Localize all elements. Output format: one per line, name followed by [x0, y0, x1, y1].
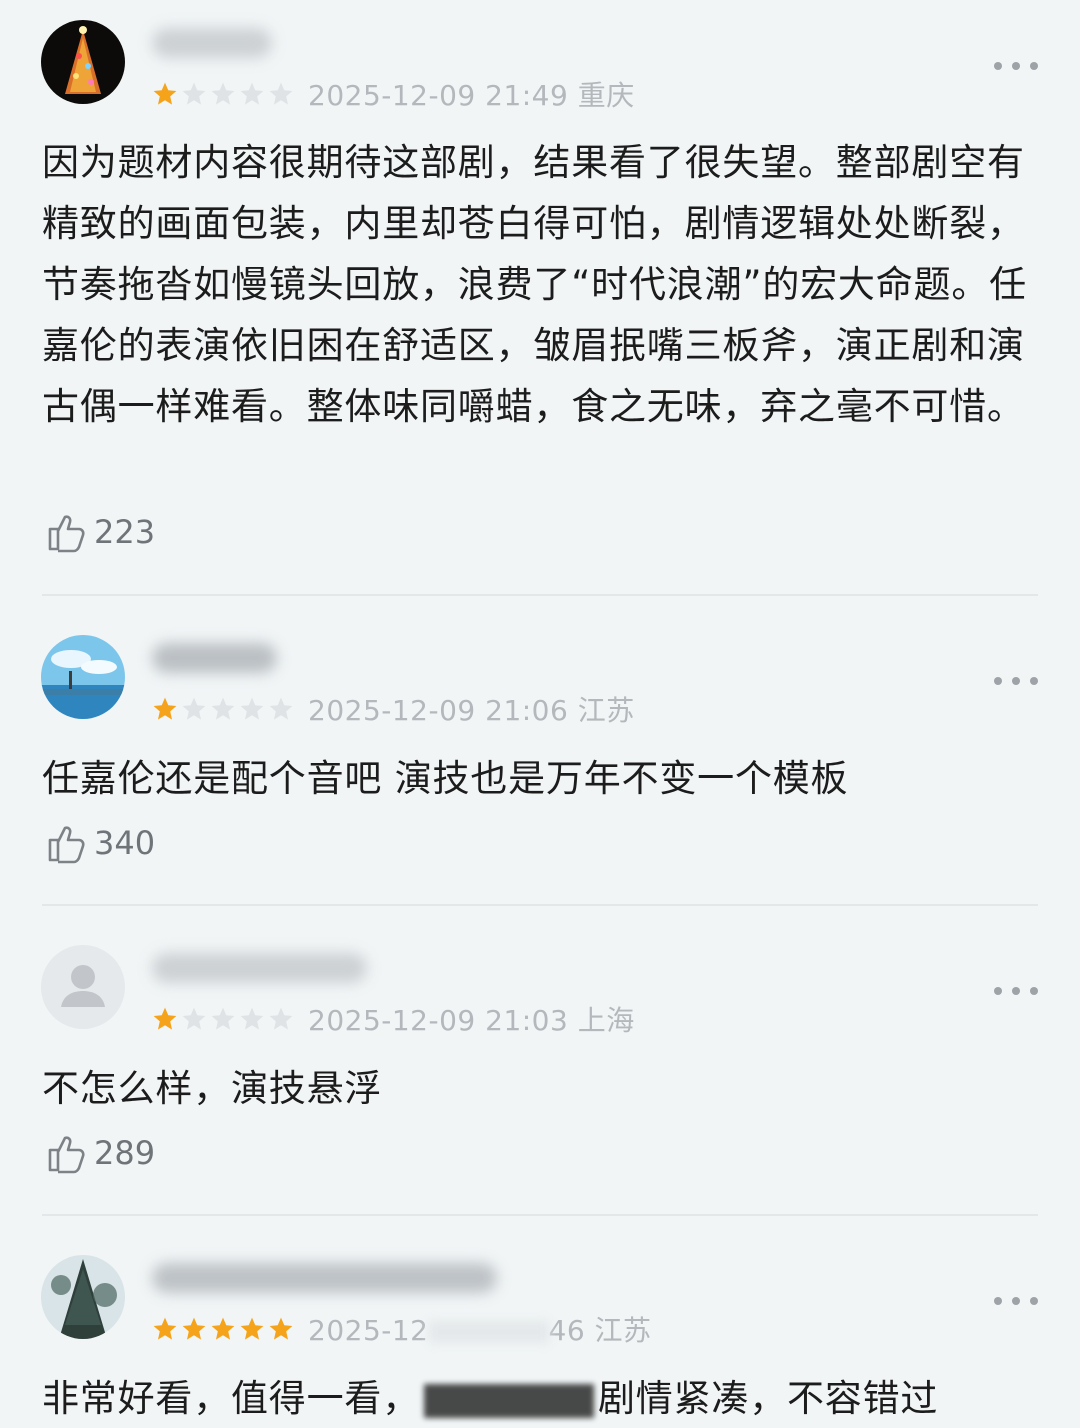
star-empty-icon [269, 1007, 293, 1030]
christmas-tree-avatar-icon [41, 20, 125, 104]
star-filled-icon [153, 1317, 177, 1340]
star-filled-icon [240, 1317, 264, 1340]
more-options-icon[interactable] [994, 1291, 1038, 1311]
like-button[interactable]: 223 [46, 510, 155, 554]
username-blurred [152, 643, 277, 673]
like-count: 289 [94, 1134, 156, 1172]
star-empty-icon [211, 1007, 235, 1030]
star-empty-icon [211, 697, 235, 720]
star-empty-icon [182, 82, 206, 105]
star-rating [152, 1006, 294, 1032]
user-avatar[interactable] [41, 1255, 125, 1339]
more-options-icon[interactable] [994, 981, 1038, 1001]
more-options-icon[interactable] [994, 56, 1038, 76]
star-filled-icon [153, 1007, 177, 1030]
review-meta: 2025-12-09 21:06 江苏 [152, 691, 635, 727]
review-item: 2025-12-09 21:03 上海 不怎么样，演技悬浮 289 [0, 945, 1080, 1215]
divider [42, 594, 1038, 596]
star-filled-icon [211, 1317, 235, 1340]
review-list: 2025-12-09 21:49 重庆 因为题材内容很期待这部剧，结果看了很失望… [0, 0, 1080, 1428]
review-item: 2025-12-09 21:06 江苏 任嘉伦还是配个音吧 演技也是万年不变一个… [0, 635, 1080, 905]
review-meta: 2025-12-09 21:49 重庆 [152, 76, 635, 112]
star-filled-icon [153, 82, 177, 105]
review-datetime: 2025-12-09 21:06 江苏 [308, 694, 635, 727]
thumbs-up-icon [48, 1136, 85, 1174]
review-item: 2025-12 46 江苏 非常好看，值得一看， 剧情紧凑，不容错过 [0, 1255, 1080, 1428]
star-empty-icon [182, 1007, 206, 1030]
star-filled-icon [182, 1317, 206, 1340]
default-user-avatar-icon [41, 945, 125, 1029]
star-filled-icon [269, 1317, 293, 1340]
more-options-icon[interactable] [994, 671, 1038, 691]
review-item: 2025-12-09 21:49 重庆 因为题材内容很期待这部剧，结果看了很失望… [0, 20, 1080, 600]
review-datetime: 2025-12-09 21:03 上海 [308, 1004, 635, 1037]
review-text: 任嘉伦还是配个音吧 演技也是万年不变一个模板 [42, 757, 849, 800]
star-empty-icon [182, 697, 206, 720]
user-avatar[interactable] [41, 635, 125, 719]
review-text: 因为题材内容很期待这部剧，结果看了很失望。整部剧空有精致的画面包装，内里却苍白得… [42, 141, 1027, 428]
divider [42, 1214, 1038, 1216]
username-blurred [152, 28, 272, 58]
star-empty-icon [240, 697, 264, 720]
like-button[interactable]: 340 [46, 821, 155, 865]
review-text: 非常好看，值得一看， 剧情紧凑，不容错过 [42, 1377, 939, 1420]
star-empty-icon [240, 82, 264, 105]
star-empty-icon [240, 1007, 264, 1030]
review-meta: 2025-12 46 江苏 [152, 1311, 652, 1347]
pine-tree-avatar-icon [41, 1255, 125, 1339]
username-blurred [152, 953, 367, 983]
divider [42, 904, 1038, 906]
username-blurred [152, 1263, 497, 1293]
review-datetime: 2025-12-09 21:49 重庆 [308, 79, 635, 112]
star-empty-icon [211, 82, 235, 105]
star-empty-icon [269, 82, 293, 105]
star-rating [152, 81, 294, 107]
like-count: 223 [94, 513, 156, 551]
thumbs-up-icon [48, 515, 85, 553]
review-text: 不怎么样，演技悬浮 [42, 1067, 383, 1110]
sea-sky-avatar-icon [41, 635, 125, 719]
star-rating [152, 696, 294, 722]
like-count: 340 [94, 824, 156, 862]
thumbs-up-icon [48, 826, 85, 864]
like-button[interactable]: 289 [46, 1131, 155, 1175]
user-avatar[interactable] [41, 945, 125, 1029]
review-meta: 2025-12-09 21:03 上海 [152, 1001, 635, 1037]
star-empty-icon [269, 697, 293, 720]
star-filled-icon [153, 697, 177, 720]
user-avatar[interactable] [41, 20, 125, 104]
review-datetime: 2025-12 46 江苏 [308, 1314, 652, 1347]
star-rating [152, 1316, 294, 1342]
